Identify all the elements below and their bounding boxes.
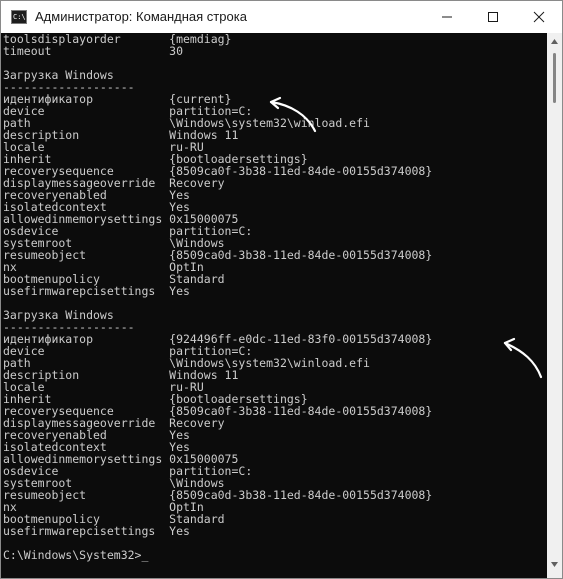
close-button[interactable] [516,1,562,33]
minimize-icon [442,16,452,18]
scrollbar-thumb[interactable] [553,53,556,103]
console-line: usefirmwarepcisettings Yes [3,524,190,538]
console-text: toolsdisplayorder {memdiag} timeout 30 З… [3,33,432,561]
window-title: Администратор: Командная строка [35,9,247,24]
console-line: usefirmwarepcisettings Yes [3,284,190,298]
vertical-scrollbar[interactable] [547,33,562,578]
scroll-up-icon[interactable] [551,39,558,44]
annotation-arrow-icon [269,96,317,133]
close-icon [533,11,545,23]
maximize-icon [488,12,498,22]
console-line: C:\Windows\System32>_ [3,548,149,562]
maximize-button[interactable] [470,1,516,33]
minimize-button[interactable] [424,1,470,33]
console-line: timeout 30 [3,44,184,58]
command-prompt-window: C:\ Администратор: Командная строка tool… [0,0,563,579]
annotation-arrow-icon [503,337,543,379]
title-bar[interactable]: C:\ Администратор: Командная строка [1,1,562,33]
cmd-app-icon: C:\ [11,10,27,24]
console-output[interactable]: toolsdisplayorder {memdiag} timeout 30 З… [1,33,547,578]
scroll-down-icon[interactable] [551,562,558,567]
